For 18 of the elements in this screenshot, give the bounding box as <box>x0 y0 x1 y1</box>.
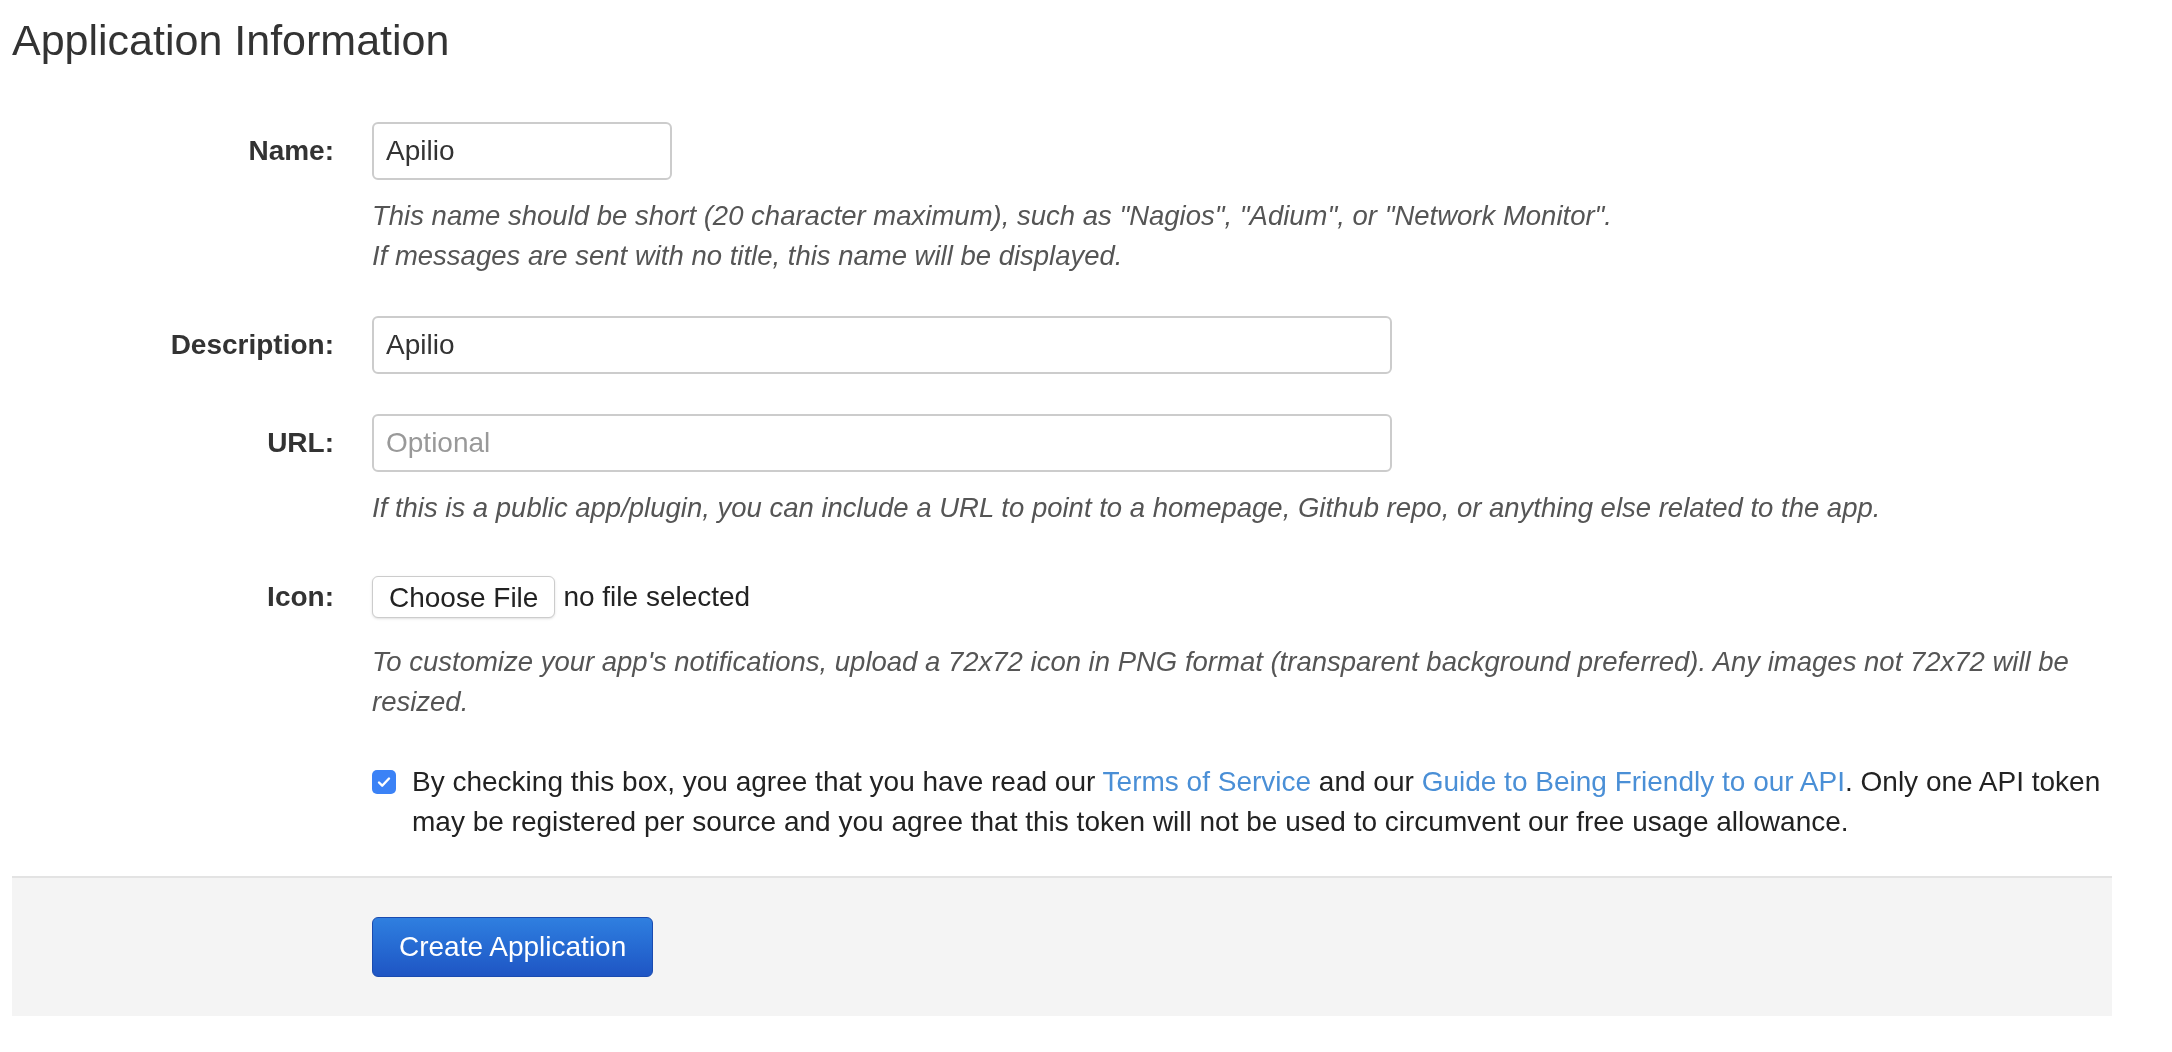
page-title: Application Information <box>12 15 450 66</box>
agreement-text: By checking this box, you agree that you have read our Terms of Service and our Guide to Being Friendly to our API. Only one API token may be registered per source and you agree that this token will not be used to circumvent our free usage allowance. <box>412 765 2102 839</box>
field-label: Icon: <box>267 580 334 614</box>
checkmark-icon <box>376 774 392 790</box>
choose-file-button[interactable]: Choose File <box>372 576 556 618</box>
field-label: Description: <box>170 328 334 362</box>
help-text: To customize your app's notifications, upload a 72x72 icon in PNG format (transparent background preferred). Any images not 72x72 will be resized. <box>372 645 2070 719</box>
agree-checkbox[interactable] <box>372 770 396 794</box>
file-status: no file selected <box>563 580 751 614</box>
text-input[interactable]: Optional <box>372 414 1392 472</box>
text-input[interactable]: Apilio <box>372 122 672 180</box>
help-text: This name should be short (20 character maximum), such as "Nagios", "Adium", or "Network Monitor". <box>372 199 1612 233</box>
help-text: If this is a public app/plugin, you can include a URL to point to a homepage, Github repo, or anything else related to the app. <box>372 491 1881 525</box>
field-label: Name: <box>248 134 334 168</box>
create-application-button[interactable]: Create Application <box>372 917 654 977</box>
help-text: If messages are sent with no title, this name will be displayed. <box>372 239 1124 273</box>
field-label: URL: <box>267 426 334 460</box>
text-input[interactable]: Apilio <box>372 316 1392 374</box>
